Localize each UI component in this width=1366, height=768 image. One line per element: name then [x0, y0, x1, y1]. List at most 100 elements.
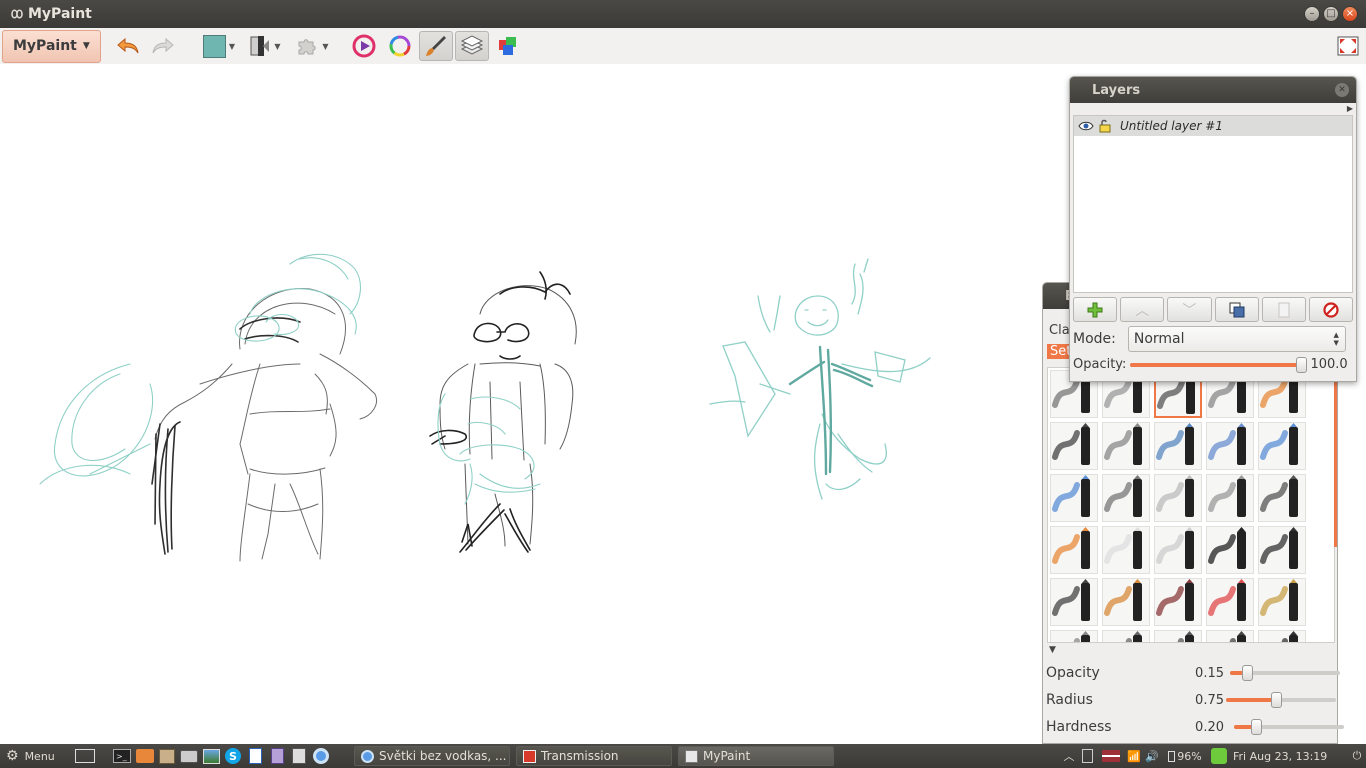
gear-icon: ⚙ [6, 748, 19, 764]
battery-indicator[interactable]: 96% [1163, 748, 1207, 764]
brush-preset[interactable] [1258, 526, 1306, 574]
eye-icon[interactable] [1078, 120, 1094, 132]
evernote-indicator[interactable] [1209, 748, 1229, 764]
layer-opacity-value: 100.0 [1310, 357, 1348, 372]
volume-indicator[interactable]: 🔊 [1144, 748, 1160, 764]
brush-setting-slider[interactable] [1226, 692, 1336, 708]
brush-grid-scrollbar[interactable] [1334, 367, 1337, 547]
clock[interactable]: Fri Aug 23, 13:19 [1233, 748, 1345, 764]
close-button[interactable]: × [1342, 6, 1358, 22]
brush-preset[interactable] [1050, 578, 1098, 626]
layer-row[interactable]: Untitled layer #1 [1074, 116, 1352, 136]
brush-preset[interactable] [1050, 474, 1098, 522]
keyboard-layout-indicator[interactable] [1101, 748, 1121, 764]
writer-launcher[interactable] [245, 748, 265, 764]
brush-setting-slider-knob[interactable] [1251, 719, 1262, 735]
installer-launcher[interactable] [157, 748, 177, 764]
brush-grid [1047, 367, 1335, 643]
tray-expand-button[interactable]: ︿ [1062, 748, 1076, 764]
brush-preset[interactable] [1206, 630, 1254, 642]
brush-setting-slider[interactable] [1234, 719, 1344, 735]
blend-mode-select[interactable]: Normal ▲ ▼ [1127, 326, 1346, 352]
duplicate-layer-button[interactable] [1214, 297, 1259, 322]
brush-setting-slider[interactable] [1230, 665, 1340, 681]
add-layer-button[interactable] [1073, 297, 1118, 322]
blend-mode-row: Mode: Normal ▲ ▼ [1073, 326, 1353, 352]
brush-settings-button[interactable]: ▼ [292, 31, 332, 61]
network-indicator[interactable]: 📶 [1126, 748, 1142, 764]
image-viewer-launcher[interactable] [201, 748, 221, 764]
screenshot-launcher[interactable] [179, 748, 199, 764]
brush-setting-value: 0.20 [1195, 719, 1224, 735]
layers-toggle-button[interactable] [455, 31, 489, 61]
brush-preset[interactable] [1102, 578, 1150, 626]
brush-setting-slider-knob[interactable] [1241, 665, 1253, 681]
brush-preset[interactable] [1154, 630, 1202, 642]
evernote-icon [1211, 748, 1227, 764]
unlock-icon[interactable] [1098, 119, 1112, 133]
minimize-button[interactable]: – [1304, 6, 1320, 22]
brush-thumbnail-icon [1208, 475, 1246, 517]
brush-preset[interactable] [1258, 578, 1306, 626]
layer-opacity-slider[interactable] [1130, 356, 1308, 373]
brush-preset[interactable] [1206, 422, 1254, 470]
brush-preset[interactable] [1206, 578, 1254, 626]
brush-preset[interactable] [1258, 422, 1306, 470]
brush-preset[interactable] [1102, 422, 1150, 470]
brush-preset[interactable] [1258, 630, 1306, 642]
brush-setting-slider-knob[interactable] [1270, 692, 1282, 708]
move-layer-up-button[interactable]: ︿ [1120, 297, 1165, 322]
background-chooser-button[interactable] [494, 31, 522, 61]
brush-preset[interactable] [1102, 630, 1150, 642]
taskbar-task[interactable]: Transmission [516, 746, 672, 766]
start-menu-button[interactable]: ⚙ Menu [6, 748, 55, 764]
brush-preset[interactable] [1154, 526, 1202, 574]
taskbar-task[interactable]: Světki bez vodkas, ... [354, 746, 510, 766]
brush-preset[interactable] [1050, 630, 1098, 642]
brush-preset[interactable] [1258, 474, 1306, 522]
brush-preset[interactable] [1050, 526, 1098, 574]
calculator-launcher[interactable] [289, 748, 309, 764]
color-ring-button[interactable] [386, 31, 414, 61]
brush-selector-button[interactable]: ▼ [246, 31, 284, 61]
show-desktop-button[interactable] [74, 748, 96, 764]
chevron-down-icon[interactable]: ▼ [1049, 645, 1056, 655]
close-icon[interactable]: ✕ [1335, 83, 1349, 97]
brush-preset[interactable] [1154, 578, 1202, 626]
session-menu-button[interactable]: ⏻ [1350, 748, 1364, 764]
transmission-icon [523, 749, 536, 763]
brush-preset[interactable] [1050, 422, 1098, 470]
brush-preset[interactable] [1206, 526, 1254, 574]
brush-preset[interactable] [1154, 422, 1202, 470]
brush-preset[interactable] [1206, 474, 1254, 522]
skype-launcher[interactable]: S [223, 748, 243, 764]
delete-icon [1323, 301, 1339, 318]
merge-layer-button[interactable] [1261, 297, 1306, 322]
redo-button[interactable] [149, 31, 177, 61]
brush-thumbnail-icon [1156, 423, 1194, 465]
color-picker-button[interactable]: ▼ [199, 31, 239, 61]
brush-editor-button[interactable] [419, 31, 453, 61]
brush-preset[interactable] [1102, 526, 1150, 574]
taskbar-task-label: Světki bez vodkas, ... [379, 749, 507, 763]
brush-group-tab-classic[interactable]: Cla [1049, 323, 1070, 338]
terminal-launcher[interactable]: >_ [112, 748, 132, 764]
spreadsheet-launcher[interactable] [267, 748, 287, 764]
maximize-button[interactable]: □ [1323, 6, 1339, 22]
undo-button[interactable] [114, 31, 142, 61]
tray-app-icon[interactable] [1080, 748, 1094, 764]
layer-opacity-slider-knob[interactable] [1296, 356, 1308, 373]
layers-panel-menu[interactable]: ▶ [1070, 103, 1356, 113]
brush-preset[interactable] [1154, 474, 1202, 522]
delete-layer-button[interactable] [1308, 297, 1354, 322]
color-triangle-button[interactable] [350, 31, 378, 61]
folder-icon [136, 749, 154, 763]
brush-thumbnail-icon [1104, 579, 1142, 621]
move-layer-down-button[interactable]: ﹀ [1167, 297, 1212, 322]
browser-launcher[interactable] [311, 748, 331, 764]
fullscreen-button[interactable] [1335, 31, 1361, 61]
taskbar-task[interactable]: MyPaint [678, 746, 834, 766]
brush-preset[interactable] [1102, 474, 1150, 522]
app-menu-button[interactable]: MyPaint ▼ [2, 29, 101, 63]
files-launcher[interactable] [135, 748, 155, 764]
